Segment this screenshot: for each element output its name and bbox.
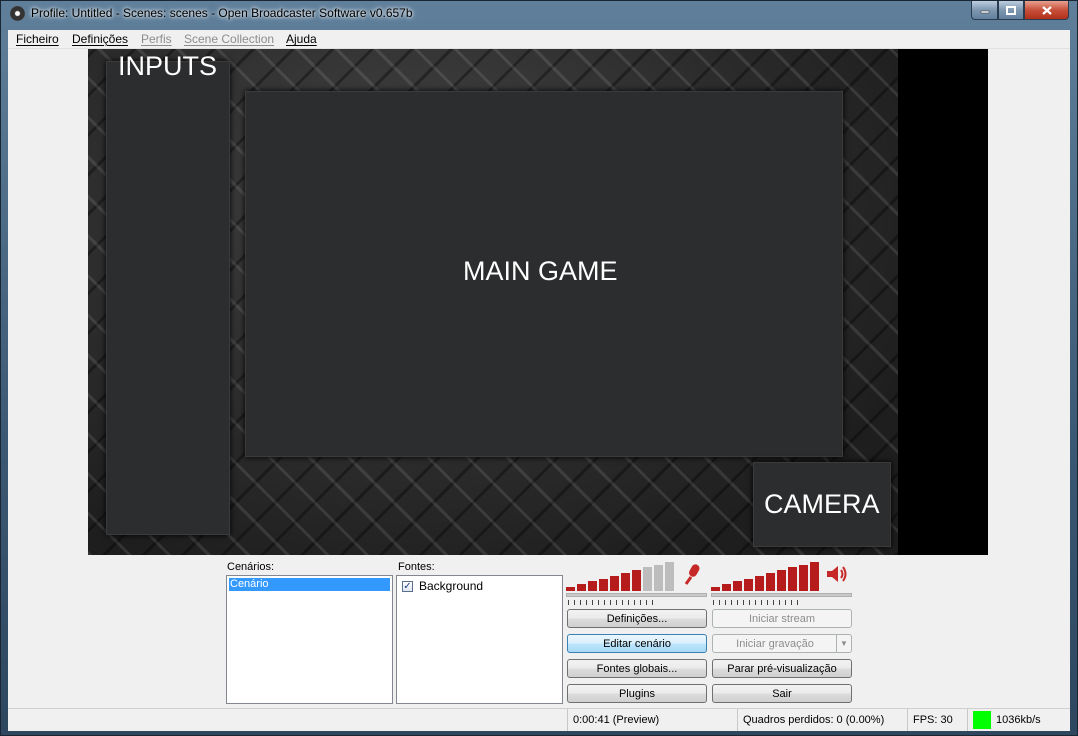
minimize-button[interactable] bbox=[971, 1, 998, 20]
window-title: Profile: Untitled - Scenes: scenes - Ope… bbox=[31, 6, 413, 20]
plugins-button[interactable]: Plugins bbox=[567, 684, 707, 703]
speaker-icon[interactable] bbox=[825, 563, 849, 585]
volume-bar bbox=[665, 561, 674, 591]
desktop-volume-slider[interactable] bbox=[711, 593, 852, 597]
volume-bar bbox=[654, 564, 663, 591]
close-icon bbox=[1041, 5, 1052, 15]
exit-button[interactable]: Sair bbox=[712, 684, 852, 703]
global-sources-button[interactable]: Fontes globais... bbox=[567, 659, 707, 678]
window-controls bbox=[971, 1, 1069, 20]
menu-perfis[interactable]: Perfis bbox=[141, 32, 172, 46]
source-item[interactable]: ✓ Background bbox=[402, 579, 483, 593]
scenes-list[interactable]: Cenário bbox=[226, 575, 393, 704]
stop-preview-button[interactable]: Parar pré-visualização bbox=[712, 659, 852, 678]
menu-bar: Ficheiro Definições Perfis Scene Collect… bbox=[8, 30, 1070, 49]
scenes-label: Cenários: bbox=[227, 561, 275, 573]
status-bar: 0:00:41 (Preview) Quadros perdidos: 0 (0… bbox=[8, 708, 1070, 731]
volume-bar bbox=[610, 575, 619, 591]
volume-bar bbox=[799, 564, 808, 591]
status-time: 0:00:41 (Preview) bbox=[567, 709, 735, 731]
volume-bar bbox=[777, 570, 786, 591]
volume-bar bbox=[810, 561, 819, 591]
status-fps: FPS: 30 bbox=[907, 709, 967, 731]
maximize-button[interactable] bbox=[998, 1, 1024, 20]
main-game-label: MAIN GAME bbox=[463, 256, 618, 286]
maximize-icon bbox=[1006, 5, 1016, 15]
source-name: Background bbox=[419, 579, 484, 593]
start-recording-button[interactable]: Iniciar gravação ▼ bbox=[712, 634, 852, 653]
menu-scene-collection[interactable]: Scene Collection bbox=[184, 32, 274, 46]
mic-ticks bbox=[568, 600, 656, 605]
sources-label: Fontes: bbox=[398, 561, 435, 573]
start-stream-button[interactable]: Iniciar stream bbox=[712, 609, 852, 628]
volume-bar bbox=[788, 567, 797, 591]
menu-definicoes[interactable]: Definições bbox=[72, 32, 128, 46]
microphone-icon[interactable] bbox=[680, 562, 704, 586]
desktop-ticks bbox=[713, 600, 801, 605]
title-bar[interactable]: Profile: Untitled - Scenes: scenes - Ope… bbox=[1, 1, 1077, 30]
scene-item[interactable]: Cenário bbox=[229, 578, 390, 591]
status-dropped-frames: Quadros perdidos: 0 (0.00%) bbox=[737, 709, 907, 731]
volume-bar bbox=[711, 587, 720, 591]
camera-label: CAMERA bbox=[764, 489, 880, 519]
inputs-label: INPUTS bbox=[118, 51, 218, 81]
volume-bar bbox=[577, 584, 586, 591]
start-recording-label: Iniciar gravação bbox=[736, 637, 814, 650]
volume-bar bbox=[566, 587, 575, 591]
edit-scene-button[interactable]: Editar cenário bbox=[567, 634, 707, 653]
sources-list[interactable]: ✓ Background bbox=[396, 575, 563, 704]
volume-bar bbox=[621, 573, 630, 591]
preview-area[interactable]: INPUTS MAIN GAME CAMERA bbox=[88, 49, 988, 555]
volume-bar bbox=[588, 581, 597, 591]
chevron-down-icon[interactable]: ▼ bbox=[836, 635, 851, 652]
status-bitrate: 1036kb/s bbox=[967, 709, 1070, 731]
inputs-panel bbox=[106, 61, 230, 535]
source-checkbox[interactable]: ✓ bbox=[402, 580, 413, 592]
mic-volume-slider[interactable] bbox=[566, 593, 707, 597]
volume-bar bbox=[599, 578, 608, 591]
minimize-icon bbox=[980, 10, 989, 14]
obs-app-icon bbox=[10, 6, 25, 21]
desktop-volume-meter[interactable] bbox=[711, 561, 821, 591]
volume-bar bbox=[744, 578, 753, 591]
volume-bar bbox=[733, 581, 742, 591]
menu-ficheiro[interactable]: Ficheiro bbox=[16, 32, 59, 46]
volume-bar bbox=[755, 575, 764, 591]
obs-window: Profile: Untitled - Scenes: scenes - Ope… bbox=[0, 0, 1078, 736]
client-area: Ficheiro Definições Perfis Scene Collect… bbox=[8, 30, 1070, 731]
settings-button[interactable]: Definições... bbox=[567, 609, 707, 628]
volume-bar bbox=[643, 567, 652, 591]
volume-bar bbox=[766, 573, 775, 591]
volume-bar bbox=[722, 584, 731, 591]
menu-ajuda[interactable]: Ajuda bbox=[286, 32, 317, 46]
close-button[interactable] bbox=[1024, 1, 1069, 20]
mic-volume-meter[interactable] bbox=[566, 561, 676, 591]
volume-bar bbox=[632, 570, 641, 591]
